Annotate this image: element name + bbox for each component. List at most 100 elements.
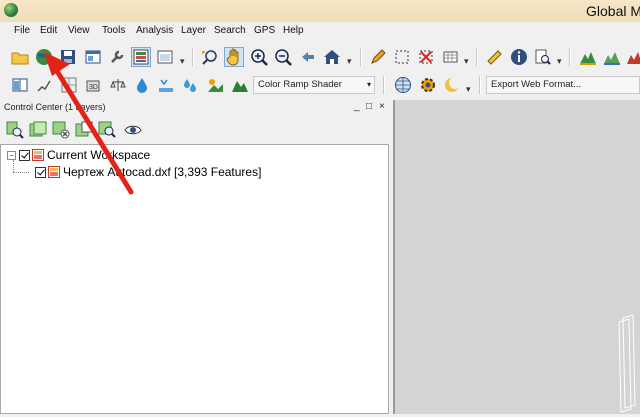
- digitize-button[interactable]: [368, 47, 388, 67]
- layer-search-icon[interactable]: [98, 121, 116, 139]
- control-center-button[interactable]: [131, 47, 151, 67]
- zoom-in-icon: [251, 49, 268, 66]
- view-shed-button[interactable]: [59, 75, 79, 95]
- mountain-icon: [580, 52, 596, 65]
- day-night-dropdown-arrow[interactable]: ▾: [466, 84, 471, 95]
- select-button[interactable]: [392, 47, 412, 67]
- zoom-in-button[interactable]: [249, 47, 269, 67]
- web-globe-button[interactable]: [393, 75, 413, 95]
- menu-help[interactable]: Help: [283, 25, 304, 36]
- map-window-icon: [157, 50, 173, 64]
- panel-minimize-button[interactable]: _: [354, 100, 360, 114]
- layer-up-icon[interactable]: [75, 121, 93, 139]
- wrench-icon: [111, 50, 124, 63]
- zoom-out-button[interactable]: [273, 47, 293, 67]
- flood-button[interactable]: [156, 75, 176, 95]
- 3d-view-button[interactable]: 3D: [84, 75, 104, 95]
- feature-info-button[interactable]: [441, 47, 461, 67]
- panel-maximize-button[interactable]: □: [366, 100, 372, 114]
- search-dropdown-arrow[interactable]: ▾: [557, 56, 562, 67]
- menu-gps[interactable]: GPS: [254, 25, 275, 36]
- day-night-button[interactable]: [442, 75, 462, 95]
- split-view-button[interactable]: [10, 75, 30, 95]
- app-logo-icon: [4, 3, 18, 17]
- back-button[interactable]: [298, 47, 318, 67]
- menu-layer[interactable]: Layer: [181, 25, 206, 36]
- export-web-format-select[interactable]: Export Web Format...: [486, 76, 640, 94]
- dashed-selection-icon: [395, 50, 409, 64]
- window-title: Global Ma: [586, 3, 640, 19]
- workspace-button[interactable]: [83, 47, 103, 67]
- workspace-label: Current Workspace: [47, 148, 151, 162]
- home-dropdown-arrow[interactable]: ▾: [347, 56, 352, 67]
- watershed-button[interactable]: [132, 75, 152, 95]
- settings-button[interactable]: [418, 75, 438, 95]
- panel-close-button[interactable]: ×: [379, 100, 385, 114]
- feature-dropdown-arrow[interactable]: ▾: [464, 56, 469, 67]
- delete-selection-button[interactable]: [416, 47, 436, 67]
- panel-toolbar: [0, 116, 391, 142]
- layer-label: Чертеж Autocad.dxf [3,393 Features]: [63, 165, 262, 179]
- panel-title: Control Center (1 Layers): [4, 102, 106, 112]
- scale-icon: [110, 79, 126, 91]
- save-button[interactable]: [58, 47, 78, 67]
- info-button[interactable]: [509, 47, 529, 67]
- water-level-icon: [159, 79, 173, 92]
- menu-view[interactable]: View: [68, 25, 90, 36]
- gear-icon: [421, 78, 435, 92]
- shader-select[interactable]: Color Ramp Shader ▾: [253, 76, 375, 94]
- pan-tool-button[interactable]: [224, 47, 244, 67]
- open-data-button[interactable]: [34, 47, 54, 67]
- sun-mountain-icon: [208, 79, 223, 92]
- layer-tree: − Current Workspace Чертеж Autocad.dxf […: [0, 144, 389, 414]
- eye-icon[interactable]: [124, 121, 142, 139]
- menu-analysis[interactable]: Analysis: [136, 25, 173, 36]
- zoom-to-layer-icon[interactable]: [6, 121, 24, 139]
- map-view[interactable]: [393, 100, 640, 414]
- menu-search[interactable]: Search: [214, 25, 246, 36]
- open-folder-button[interactable]: [10, 47, 30, 67]
- window-icon: [85, 50, 101, 64]
- terrain-profile-button[interactable]: [602, 47, 622, 67]
- zoom-tool-icon: [202, 50, 217, 65]
- terrain-button[interactable]: [578, 47, 598, 67]
- search-button[interactable]: [533, 47, 553, 67]
- dxf-layer-icon: [48, 166, 60, 178]
- path-profile-button[interactable]: [34, 75, 54, 95]
- grid-view-icon: [61, 77, 77, 93]
- menu-edit[interactable]: Edit: [40, 25, 57, 36]
- tree-item-layer[interactable]: Чертеж Autocad.dxf [3,393 Features]: [35, 164, 261, 180]
- configure-button[interactable]: [107, 47, 127, 67]
- toolbar-separator: [569, 48, 571, 66]
- workspace-checkbox[interactable]: [19, 149, 30, 161]
- toolbar-separator: [383, 76, 385, 94]
- pencil-icon: [371, 49, 386, 64]
- calculate-button[interactable]: [108, 75, 128, 95]
- sun-shading-button[interactable]: [205, 75, 225, 95]
- world-grid-icon: [395, 77, 411, 93]
- map-feature-outline: [618, 314, 636, 413]
- water-drop-icon: [137, 78, 147, 93]
- menu-tools[interactable]: Tools: [102, 25, 125, 36]
- zoom-box-button[interactable]: [200, 47, 220, 67]
- terrain-profile-icon: [604, 52, 620, 65]
- menu-bar: File Edit View Tools Analysis Layer Sear…: [0, 22, 640, 40]
- grid-cursor-icon: [443, 51, 458, 63]
- control-center-panel: Control Center (1 Layers) _ □ × − Curren…: [0, 100, 391, 414]
- zoom-out-icon: [275, 49, 292, 66]
- tree-item-workspace[interactable]: − Current Workspace: [7, 147, 150, 163]
- layer-checkbox[interactable]: [35, 166, 46, 178]
- overview-dropdown-arrow[interactable]: ▾: [180, 56, 185, 67]
- overview-button[interactable]: [155, 47, 175, 67]
- home-button[interactable]: [322, 47, 342, 67]
- add-layer-icon[interactable]: [29, 121, 47, 139]
- remove-layer-icon[interactable]: [52, 121, 70, 139]
- terrain-shader-button[interactable]: [230, 75, 250, 95]
- toolbar-separator: [479, 76, 481, 94]
- measure-button[interactable]: [484, 47, 504, 67]
- light-button[interactable]: [180, 75, 200, 95]
- collapse-toggle[interactable]: −: [7, 150, 16, 160]
- menu-file[interactable]: File: [14, 25, 30, 36]
- terrain-3d-button[interactable]: [624, 47, 640, 67]
- globe-icon: [36, 49, 52, 65]
